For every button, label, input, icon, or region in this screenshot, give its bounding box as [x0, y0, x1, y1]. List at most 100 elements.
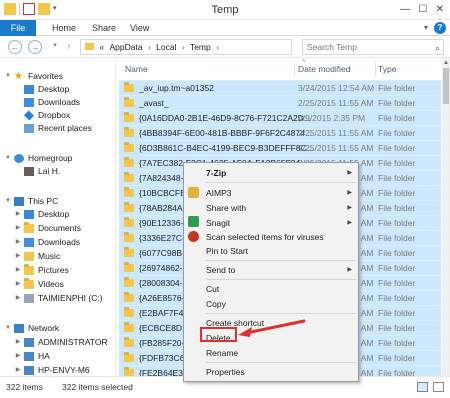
chevron-right-icon[interactable]: ›	[216, 42, 219, 52]
address-bar[interactable]: « AppData › Local › Temp ›	[80, 39, 292, 55]
nav-label: ADMINISTRATOR	[38, 337, 108, 347]
nav-network[interactable]: ▼ Network	[4, 322, 59, 335]
nav-item-downloads[interactable]: Downloads	[24, 96, 80, 109]
nav-label: Documents	[38, 223, 81, 233]
column-header-type[interactable]: Type	[378, 64, 396, 74]
nav-item-pc-downloads[interactable]: ▶ Downloads	[14, 236, 80, 249]
file-type: File folder	[378, 323, 416, 333]
details-view-icon[interactable]	[417, 382, 428, 392]
chevron-right-icon[interactable]: ▶	[14, 350, 22, 363]
breadcrumb-temp[interactable]: Temp	[190, 42, 211, 52]
nav-item-administrator[interactable]: ▶ ADMINISTRATOR	[14, 336, 108, 349]
menu-item-rename[interactable]: Rename	[206, 347, 238, 359]
file-name: {26974862-	[139, 263, 183, 273]
computer-icon	[14, 197, 24, 206]
help-icon[interactable]: ?	[434, 22, 446, 34]
menu-item-properties[interactable]: Properties	[206, 366, 245, 378]
tab-home[interactable]: Home	[52, 20, 76, 36]
chevron-right-icon[interactable]: ▶	[14, 264, 22, 277]
ribbon-tabs: File Home Share View ▾ ?	[0, 20, 450, 36]
chevron-right-icon[interactable]: ▶	[14, 222, 22, 235]
nav-item-music[interactable]: ▶ Music	[14, 250, 60, 263]
column-divider[interactable]	[375, 62, 376, 76]
menu-item-cut[interactable]: Cut	[206, 283, 219, 295]
back-button[interactable]: ←	[8, 40, 22, 54]
menu-item-send-to[interactable]: Send to	[206, 264, 235, 276]
up-button[interactable]: ↑	[62, 40, 76, 54]
folder-icon	[124, 187, 134, 197]
nav-label: HA	[38, 351, 50, 361]
nav-item-pc-desktop[interactable]: ▶ Desktop	[14, 208, 69, 221]
nav-item-hp-envy[interactable]: ▶ HP-ENVY-M6	[14, 364, 90, 376]
window-controls[interactable]: — ☐ ✕	[400, 4, 444, 15]
file-type: File folder	[378, 218, 416, 228]
file-type: File folder	[378, 143, 416, 153]
chevron-down-icon[interactable]: ▼	[4, 70, 12, 83]
nav-item-homegroup-user[interactable]: Lai H.	[24, 165, 60, 178]
nav-item-pictures[interactable]: ▶ Pictures	[14, 264, 69, 277]
nav-item-recent-places[interactable]: Recent places	[24, 122, 92, 135]
breadcrumb-overflow[interactable]: «	[99, 42, 104, 52]
nav-label: Homegroup	[28, 153, 73, 163]
chevron-right-icon[interactable]: ▶	[14, 336, 22, 349]
chevron-right-icon[interactable]: ▶	[14, 250, 22, 263]
tab-file[interactable]: File	[0, 20, 36, 36]
tab-share[interactable]: Share	[92, 20, 116, 36]
breadcrumb-appdata[interactable]: AppData	[109, 42, 142, 52]
nav-homegroup[interactable]: ▼ Homegroup	[4, 152, 72, 165]
vertical-scrollbar[interactable]: ▲	[442, 58, 450, 376]
file-type: File folder	[378, 338, 416, 348]
chevron-right-icon[interactable]: ›	[148, 42, 151, 52]
chevron-down-icon[interactable]: ▾	[424, 23, 428, 32]
search-input[interactable]: Search Temp ⌕	[302, 39, 444, 55]
table-row[interactable]: {4BB8394F-6E00-481B-BBBF-9F6F2C4874... 2/…	[119, 125, 441, 140]
file-type: File folder	[378, 83, 416, 93]
chevron-down-icon[interactable]: ▼	[4, 195, 12, 208]
nav-item-drive-c[interactable]: ▶ TAIMIENPHI (C:)	[14, 292, 103, 305]
breadcrumb-local[interactable]: Local	[156, 42, 176, 52]
menu-item-aimp3[interactable]: AIMP3	[206, 187, 232, 199]
column-header-date[interactable]: Date modified	[298, 64, 350, 74]
nav-item-videos[interactable]: ▶ Videos	[14, 278, 64, 291]
chevron-right-icon[interactable]: ▶	[14, 208, 22, 221]
table-row[interactable]: _avast_ 2/25/2015 11:55 AM File folder	[119, 95, 441, 110]
chevron-down-icon[interactable]: ▼	[4, 152, 12, 165]
folder-icon	[124, 307, 134, 317]
chevron-right-icon[interactable]: ▶	[14, 364, 22, 376]
menu-separator	[206, 182, 356, 183]
nav-item-ha[interactable]: ▶ HA	[14, 350, 50, 363]
nav-favorites[interactable]: ▼ ★ Favorites	[4, 70, 63, 83]
file-date: 2/25/2015 11:55 AM	[298, 128, 374, 138]
nav-label: Downloads	[38, 237, 81, 247]
menu-item-copy[interactable]: Copy	[206, 298, 226, 310]
table-row[interactable]: {6D3B861C-B4EC-4199-BEC9-B3DEFFF8C... 2/2…	[119, 140, 441, 155]
chevron-down-icon[interactable]: ▼	[4, 322, 12, 335]
chevron-up-icon[interactable]: ▲	[442, 58, 450, 68]
forward-button[interactable]: →	[28, 40, 42, 54]
nav-this-pc[interactable]: ▼ This PC	[4, 195, 58, 208]
table-row[interactable]: {0A16DDA0-2B1E-46D9-8C76-F721C2A2D... 4/9…	[119, 110, 441, 125]
menu-item-snagit[interactable]: Snagit	[206, 217, 230, 229]
nav-item-desktop[interactable]: Desktop	[24, 83, 69, 96]
nav-item-documents[interactable]: ▶ Documents	[14, 222, 81, 235]
nav-label: Downloads	[38, 97, 81, 107]
column-header-name[interactable]: Name	[125, 64, 148, 74]
large-icons-view-icon[interactable]	[433, 382, 444, 392]
search-icon[interactable]: ⌕	[435, 41, 440, 55]
chevron-right-icon[interactable]: ›	[182, 42, 185, 52]
menu-item-7zip[interactable]: 7-Zip	[206, 167, 226, 179]
column-divider[interactable]	[294, 62, 295, 76]
scrollbar-thumb[interactable]	[443, 68, 449, 104]
menu-item-scan-viruses[interactable]: Scan selected items for viruses	[206, 231, 324, 243]
chevron-right-icon[interactable]: ▶	[14, 292, 22, 305]
chevron-down-icon[interactable]: ▾	[48, 40, 62, 54]
chevron-right-icon[interactable]: ▶	[14, 236, 22, 249]
chevron-right-icon[interactable]: ▶	[14, 278, 22, 291]
file-type: File folder	[378, 173, 416, 183]
file-name: {28008304-	[139, 278, 183, 288]
menu-item-share-with[interactable]: Share with	[206, 202, 246, 214]
tab-view[interactable]: View	[130, 20, 149, 36]
nav-item-dropbox[interactable]: Dropbox	[23, 109, 70, 122]
menu-item-pin-to-start[interactable]: Pin to Start	[206, 245, 248, 257]
table-row[interactable]: _av_iup.tm~a01352 3/24/2015 12:54 AM File …	[119, 80, 441, 95]
